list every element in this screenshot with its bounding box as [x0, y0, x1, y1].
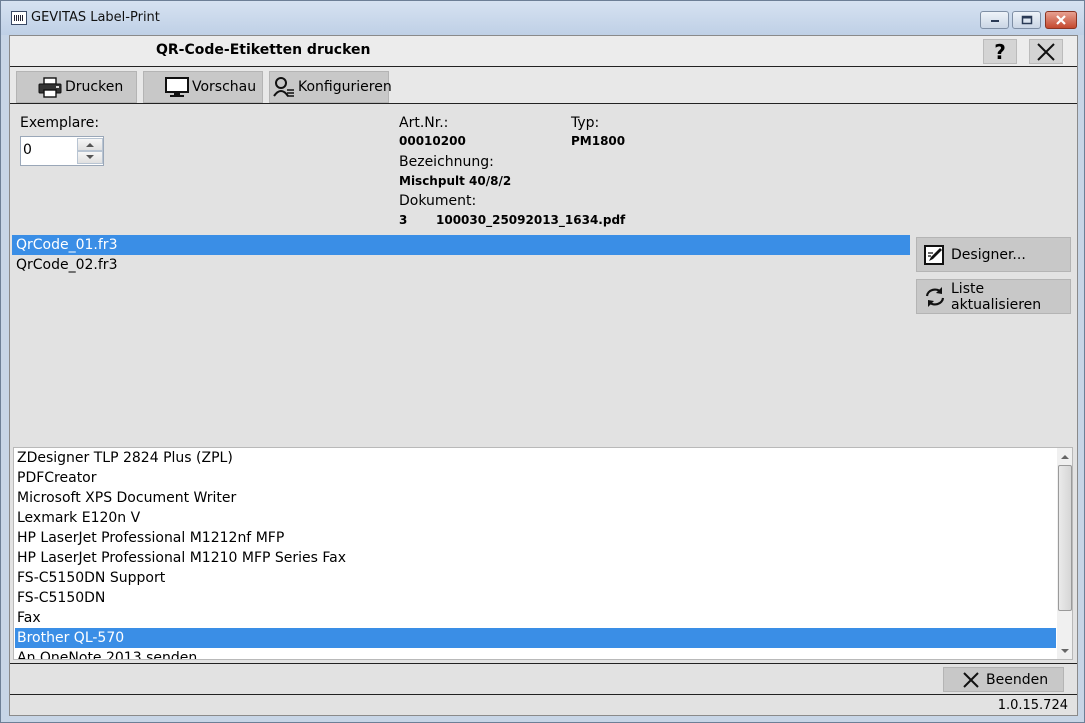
- toolbar: Drucken Vorschau Konfigurieren: [10, 67, 1077, 104]
- preview-label: Vorschau: [192, 79, 257, 95]
- user-settings-icon: [272, 76, 296, 98]
- list-item[interactable]: HP LaserJet Professional M1210 MFP Serie…: [15, 548, 1056, 568]
- configure-button[interactable]: Konfigurieren: [269, 71, 392, 103]
- scroll-up-button[interactable]: [1057, 448, 1072, 464]
- list-item[interactable]: An OneNote 2013 senden: [15, 648, 1056, 659]
- version-label: 1.0.15.724: [997, 698, 1068, 713]
- description-value: Mischpult 40/8/2: [399, 174, 512, 188]
- window-title: GEVITAS Label-Print: [31, 10, 160, 25]
- scroll-down-button[interactable]: [1057, 643, 1072, 659]
- chevron-up-icon: [86, 143, 94, 147]
- designer-label: Designer...: [951, 246, 1026, 263]
- document-count: 3: [399, 213, 408, 227]
- list-item[interactable]: FS-C5150DN: [15, 588, 1056, 608]
- maximize-icon: [1021, 15, 1032, 25]
- footer-bar: Beenden: [10, 663, 1077, 695]
- dialog-close-button[interactable]: [1029, 39, 1063, 64]
- printer-list[interactable]: ZDesigner TLP 2824 Plus (ZPL) PDFCreator…: [13, 447, 1073, 660]
- type-label: Typ:: [571, 115, 600, 131]
- printer-icon: [37, 76, 63, 98]
- page-title: QR-Code-Etiketten drucken: [156, 42, 371, 58]
- list-item[interactable]: QrCode_01.fr3: [12, 235, 910, 255]
- stepper-up-button[interactable]: [77, 138, 103, 151]
- preview-button[interactable]: Vorschau: [143, 71, 263, 103]
- list-item[interactable]: HP LaserJet Professional M1212nf MFP: [15, 528, 1056, 548]
- close-icon: [1037, 42, 1055, 61]
- main-panel: QR-Code-Etiketten drucken ? Drucken Vors…: [9, 35, 1078, 716]
- copies-label: Exemplare:: [20, 115, 100, 131]
- exit-label: Beenden: [986, 671, 1049, 688]
- list-item[interactable]: ZDesigner TLP 2824 Plus (ZPL): [15, 448, 1056, 468]
- chevron-down-icon: [1061, 648, 1069, 653]
- template-list[interactable]: QrCode_01.fr3 QrCode_02.fr3: [12, 235, 914, 445]
- app-icon: [11, 11, 27, 25]
- minimize-button[interactable]: [980, 11, 1009, 29]
- document-label: Dokument:: [399, 193, 477, 209]
- list-item[interactable]: Lexmark E120n V: [15, 508, 1056, 528]
- list-item[interactable]: Brother QL-570: [15, 628, 1056, 648]
- minimize-icon: [990, 20, 999, 22]
- chevron-down-icon: [86, 155, 94, 159]
- refresh-button[interactable]: Liste aktualisieren: [916, 279, 1071, 314]
- refresh-label: Liste aktualisieren: [951, 280, 1042, 313]
- list-item[interactable]: PDFCreator: [15, 468, 1056, 488]
- copies-stepper[interactable]: 0: [20, 136, 104, 166]
- printer-list-scrollbar[interactable]: [1057, 448, 1072, 659]
- list-item[interactable]: FS-C5150DN Support: [15, 568, 1056, 588]
- article-info: Exemplare: 0 Art.Nr.: 00010200 Typ: PM18…: [10, 105, 1077, 235]
- chevron-up-icon: [1061, 454, 1069, 459]
- window-close-button[interactable]: [1045, 11, 1077, 29]
- artnr-label: Art.Nr.:: [399, 115, 449, 131]
- close-icon: [962, 671, 980, 689]
- stepper-down-button[interactable]: [77, 151, 103, 164]
- list-item[interactable]: Fax: [15, 608, 1056, 628]
- print-button[interactable]: Drucken: [16, 71, 137, 103]
- document-file: 100030_25092013_1634.pdf: [436, 213, 626, 227]
- monitor-icon: [164, 76, 190, 98]
- print-label: Drucken: [65, 79, 124, 95]
- copies-value[interactable]: 0: [23, 142, 32, 158]
- title-bar[interactable]: GEVITAS Label-Print: [1, 1, 1084, 35]
- app-window: GEVITAS Label-Print QR-Code-Etiketten dr…: [0, 0, 1085, 723]
- close-icon: [1056, 15, 1066, 25]
- type-value: PM1800: [571, 134, 626, 148]
- exit-button[interactable]: Beenden: [943, 667, 1064, 692]
- help-button[interactable]: ?: [983, 39, 1017, 64]
- designer-button[interactable]: Designer...: [916, 237, 1071, 272]
- artnr-value: 00010200: [399, 134, 466, 148]
- maximize-button[interactable]: [1012, 11, 1041, 29]
- edit-icon: [923, 244, 947, 266]
- scroll-thumb[interactable]: [1058, 465, 1072, 611]
- list-item[interactable]: Microsoft XPS Document Writer: [15, 488, 1056, 508]
- description-label: Bezeichnung:: [399, 154, 494, 170]
- configure-label: Konfigurieren: [298, 79, 392, 95]
- dialog-header: QR-Code-Etiketten drucken ?: [10, 36, 1077, 67]
- list-item[interactable]: QrCode_02.fr3: [12, 255, 910, 275]
- refresh-icon: [923, 286, 947, 308]
